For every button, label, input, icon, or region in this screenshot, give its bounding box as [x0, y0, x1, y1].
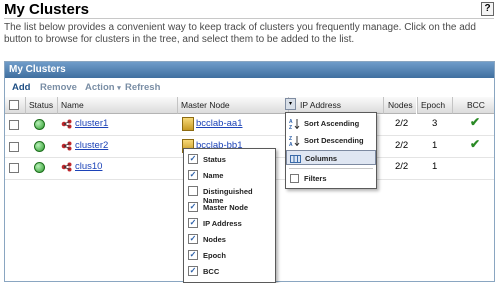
epoch-value: 1 — [432, 161, 438, 172]
column-header-master-node[interactable]: Master Node — [177, 97, 288, 114]
checkbox-checked[interactable]: ✓ — [188, 154, 198, 164]
status-ok-icon — [34, 162, 45, 173]
cluster-name-link[interactable]: cluster1 — [75, 118, 108, 129]
cluster-name-link[interactable]: cluster2 — [75, 140, 108, 151]
column-header-name[interactable]: Name — [57, 97, 181, 114]
column-toggle-bcc[interactable]: ✓ BCC — [184, 263, 275, 279]
title-divider — [4, 18, 494, 19]
checkbox-unchecked[interactable] — [188, 186, 198, 196]
column-toggle-label: Master Node — [203, 203, 249, 212]
columns-submenu: ✓ Status ✓ Name Distinguished Name ✓ Master… — [183, 148, 276, 283]
row-checkbox[interactable] — [9, 142, 19, 152]
bcc-check-icon: ✔ — [470, 115, 481, 129]
checkbox-checked[interactable]: ✓ — [188, 218, 198, 228]
column-toggle-label: BCC — [203, 267, 220, 276]
column-header-nodes[interactable]: Nodes — [383, 97, 416, 114]
master-node-link[interactable]: bcclab-aa1 — [196, 118, 242, 129]
column-toggle-master-node[interactable]: ✓ Master Node — [184, 199, 275, 215]
columns-item[interactable]: Columns — [286, 150, 376, 165]
column-toggle-label: Nodes — [203, 235, 226, 244]
menu-divider — [289, 168, 373, 169]
columns-icon — [290, 153, 301, 164]
chevron-down-icon: ▾ — [117, 85, 121, 92]
page-description: The list below provides a convenient way… — [4, 22, 476, 45]
column-toggle-distinguished-name[interactable]: Distinguished Name — [184, 183, 275, 205]
cluster-icon — [61, 119, 72, 129]
column-toggle-epoch[interactable]: ✓ Epoch — [184, 247, 275, 263]
column-menu-trigger[interactable]: ▾ — [285, 98, 296, 110]
status-ok-icon — [34, 141, 45, 152]
filters-label: Filters — [304, 174, 327, 183]
epoch-value: 1 — [432, 140, 438, 151]
checkbox-checked[interactable]: ✓ — [188, 202, 198, 212]
add-button[interactable]: Add — [12, 82, 30, 93]
row-checkbox[interactable] — [9, 120, 19, 130]
nodes-value: 2/2 — [395, 161, 409, 172]
svg-text:Z: Z — [289, 125, 292, 129]
sort-ascending-icon: AZ — [289, 118, 300, 131]
column-toggle-label: Name — [203, 171, 224, 180]
filters-icon — [289, 173, 300, 184]
action-menu-button[interactable]: Action ▾ — [85, 82, 121, 93]
select-all-checkbox[interactable] — [9, 100, 19, 110]
sort-descending-item[interactable]: ZA Sort Descending — [286, 133, 376, 148]
cluster-icon — [61, 141, 72, 151]
column-header-epoch[interactable]: Epoch — [417, 97, 453, 114]
remove-button[interactable]: Remove — [40, 82, 77, 93]
row-divider — [5, 135, 494, 136]
column-toggle-ip-address[interactable]: ✓ IP Address — [184, 215, 275, 231]
column-toggle-label: Status — [203, 155, 226, 164]
nodes-value: 2/2 — [395, 118, 409, 129]
bcc-check-icon: ✔ — [470, 137, 481, 151]
cluster-icon — [61, 162, 72, 172]
checkbox-checked[interactable]: ✓ — [188, 250, 198, 260]
refresh-button[interactable]: Refresh — [125, 82, 160, 93]
filters-item[interactable]: Filters — [286, 171, 376, 186]
status-ok-icon — [34, 119, 45, 130]
select-all-header — [5, 97, 25, 114]
column-toggle-label: Epoch — [203, 251, 226, 260]
column-toggle-label: IP Address — [203, 219, 242, 228]
sort-descending-icon: ZA — [289, 135, 300, 148]
column-toggle-name[interactable]: ✓ Name — [184, 167, 275, 183]
row-checkbox[interactable] — [9, 163, 19, 173]
action-label: Action — [85, 82, 115, 93]
checkbox-checked[interactable]: ✓ — [188, 234, 198, 244]
column-toggle-status[interactable]: ✓ Status — [184, 151, 275, 167]
help-button[interactable]: ? — [481, 2, 494, 16]
cluster-name-link[interactable]: clus10 — [75, 161, 102, 172]
svg-text:A: A — [289, 142, 293, 146]
checkbox-checked[interactable]: ✓ — [188, 170, 198, 180]
panel-title: My Clusters — [5, 62, 494, 78]
master-node-icon — [182, 117, 194, 131]
column-header-bcc[interactable]: BCC — [452, 97, 494, 114]
column-toggle-nodes[interactable]: ✓ Nodes — [184, 231, 275, 247]
column-menu: AZ Sort Ascending ZA Sort Descending Col… — [285, 112, 377, 189]
master-node-link[interactable]: bcclab-bb1 — [196, 140, 286, 148]
page-title: My Clusters — [4, 1, 90, 18]
epoch-value: 3 — [432, 118, 438, 129]
panel-toolbar: Add Remove Action ▾ Refresh — [5, 80, 494, 94]
sort-ascending-label: Sort Ascending — [304, 119, 360, 128]
nodes-value: 2/2 — [395, 140, 409, 151]
column-header-status[interactable]: Status — [25, 97, 61, 114]
columns-label: Columns — [305, 154, 338, 163]
checkbox-checked[interactable]: ✓ — [188, 266, 198, 276]
sort-descending-label: Sort Descending — [304, 136, 364, 145]
sort-ascending-item[interactable]: AZ Sort Ascending — [286, 116, 376, 131]
